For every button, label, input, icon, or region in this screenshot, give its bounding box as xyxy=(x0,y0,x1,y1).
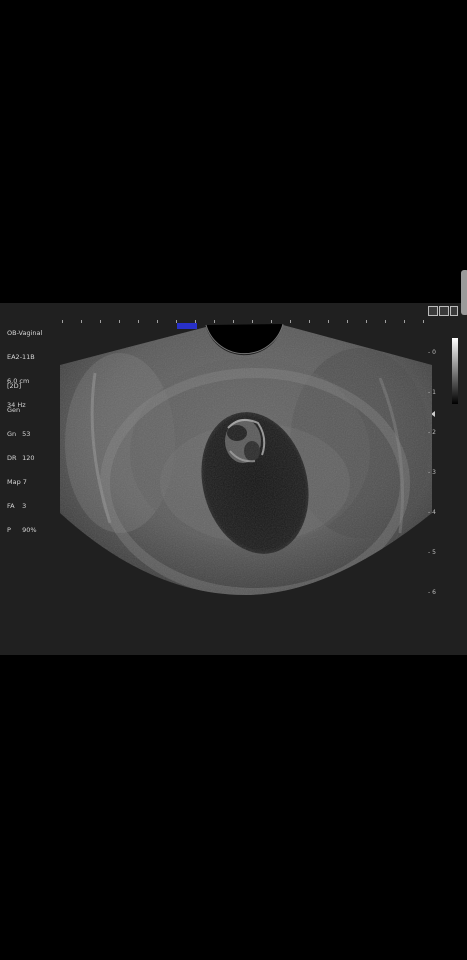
ultrasound-screen: OB-Vaginal EA2-11B 6.0 cm 34 Hz [2D] Gen… xyxy=(0,303,467,655)
depth-tick-label: - 3 xyxy=(428,469,436,476)
scroll-handle[interactable] xyxy=(461,270,467,315)
depth-tick-label: - 2 xyxy=(428,429,436,436)
depth-tick-label: - 5 xyxy=(428,549,436,556)
depth-tick-label: - 0 xyxy=(428,349,436,356)
depth-tick-label: - 4 xyxy=(428,509,436,516)
depth-tick-label: - 6 xyxy=(428,589,436,596)
ultrasound-image xyxy=(60,323,432,595)
sector-image xyxy=(60,325,432,595)
depth-tick-label: - 1 xyxy=(428,389,436,396)
